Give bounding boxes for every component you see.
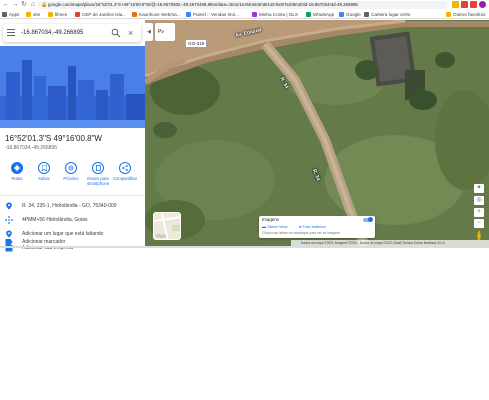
browser-toolbar: ← → ↻ ⌂ 🔒 google.com/maps/place/16°52'01… bbox=[0, 0, 489, 10]
menu-icon[interactable] bbox=[7, 29, 15, 37]
photo-sphere-option[interactable]: ● Foto esférica bbox=[299, 224, 326, 229]
profile-avatar[interactable] bbox=[479, 1, 486, 8]
nearby-icon bbox=[65, 162, 77, 174]
folder-icon bbox=[26, 12, 31, 17]
bookmark-favicon-icon bbox=[186, 12, 191, 17]
bookmark-whatsapp[interactable]: WhatsApp bbox=[306, 10, 334, 19]
close-icon[interactable]: × bbox=[128, 26, 133, 40]
plus-code-icon bbox=[5, 216, 13, 224]
bookmarks-bar: Apps site filmes CEP de Jardins Isla... … bbox=[0, 10, 489, 19]
bookmark-icon bbox=[38, 162, 50, 174]
pegman-button[interactable]: Pv bbox=[155, 23, 175, 41]
zoom-in-button[interactable]: + bbox=[474, 208, 484, 217]
google-icon bbox=[339, 12, 344, 17]
bookmark-outros[interactable]: Outros favoritos bbox=[446, 10, 485, 19]
folder-icon bbox=[446, 12, 451, 17]
location-pin-icon bbox=[6, 202, 12, 210]
star-icon[interactable] bbox=[452, 1, 459, 8]
plus-code-text: 4PMM+56 Hidrolândia, Goiás bbox=[22, 217, 88, 223]
forward-icon[interactable]: → bbox=[11, 0, 19, 10]
road-badge: GO-319 bbox=[185, 39, 208, 48]
directions-button[interactable]: Rotas bbox=[4, 162, 30, 181]
folder-icon bbox=[48, 12, 53, 17]
search-input[interactable]: -16.867034,-49.266895 bbox=[21, 24, 83, 42]
layers-toggle[interactable]: Mapa bbox=[153, 212, 181, 240]
send-to-phone-icon bbox=[92, 162, 104, 174]
address-bar-url: google.com/maps/place/16°52'01.3"S+49°16… bbox=[48, 2, 358, 7]
address-text: R. 34, 235-1, Hidrolândia - GO, 75340-00… bbox=[22, 203, 117, 209]
collapse-panel-button[interactable]: ◀ bbox=[145, 23, 153, 41]
label-icon bbox=[5, 239, 13, 245]
bookmark-carteira[interactable]: Carteira lugar certo bbox=[364, 10, 410, 19]
bookmark-google[interactable]: Google bbox=[339, 10, 361, 19]
share-button[interactable]: Compartilhar bbox=[112, 162, 138, 181]
place-coordinates: -16.867034,-49.266895 bbox=[5, 145, 57, 151]
apps-icon bbox=[2, 12, 7, 17]
bookmark-kaunhuxe[interactable]: Kaunhuxe Webma... bbox=[132, 10, 181, 19]
bookmark-favicon-icon bbox=[252, 12, 257, 17]
divider bbox=[0, 195, 145, 196]
back-icon[interactable]: ← bbox=[2, 0, 10, 10]
satellite-map[interactable]: ◀ Pv GO-319 Av. Epiqual R. 34 R. 34 Mapa… bbox=[145, 20, 489, 246]
save-button[interactable]: Salvar bbox=[31, 162, 57, 181]
bookmark-filmes[interactable]: filmes bbox=[48, 10, 67, 19]
screenshot: ← → ↻ ⌂ 🔒 google.com/maps/place/16°52'01… bbox=[0, 0, 489, 400]
directions-icon bbox=[11, 162, 23, 174]
lock-icon: 🔒 bbox=[41, 2, 48, 8]
reload-icon[interactable]: ↻ bbox=[20, 0, 28, 10]
imagery-panel: Imagens ▬ Street View ● Foto esférica Cl… bbox=[259, 216, 375, 238]
send-to-phone-button[interactable]: Enviar para smartphone bbox=[85, 162, 111, 186]
imagery-toggle[interactable] bbox=[363, 217, 373, 222]
place-title: 16°52'01.3"S 49°16'00.8"W bbox=[5, 134, 102, 143]
page-bottom-border bbox=[0, 246, 489, 248]
search-icon[interactable] bbox=[111, 28, 121, 38]
my-location-button[interactable]: ◎ bbox=[474, 196, 484, 205]
extension-icon[interactable] bbox=[470, 1, 477, 8]
search-box[interactable]: -16.867034,-49.266895 × bbox=[3, 24, 141, 42]
bookmark-olx[interactable]: Minha Conta | OLX bbox=[252, 10, 298, 19]
bookmark-favicon-icon bbox=[132, 12, 137, 17]
city-skyline-illustration bbox=[0, 46, 145, 128]
action-bar: Rotas Salvar Próximo Enviar para smartph… bbox=[0, 162, 145, 196]
zoom-out-button[interactable]: − bbox=[474, 219, 484, 228]
home-icon[interactable]: ⌂ bbox=[29, 0, 37, 10]
plus-code-row[interactable]: 4PMM+56 Hidrolândia, Goiás bbox=[0, 215, 145, 227]
address-row[interactable]: R. 34, 235-1, Hidrolândia - GO, 75340-00… bbox=[0, 201, 145, 213]
nearby-button[interactable]: Próximo bbox=[58, 162, 84, 181]
satellite-imagery bbox=[145, 20, 489, 246]
pegman-icon[interactable] bbox=[475, 231, 483, 240]
bookmark-site[interactable]: site bbox=[26, 10, 40, 19]
bookmark-favicon-icon bbox=[364, 12, 369, 17]
street-view-option[interactable]: ▬ Street View bbox=[262, 224, 288, 229]
bookmark-cep[interactable]: CEP de Jardins Isla... bbox=[75, 10, 126, 19]
place-panel: -16.867034,-49.266895 × 16°52'01.3"S 49°… bbox=[0, 20, 145, 252]
bookmark-painel[interactable]: Painel :: Vendas Imó... bbox=[186, 10, 239, 19]
address-bar[interactable]: 🔒 google.com/maps/place/16°52'01.3"S+49°… bbox=[38, 1, 448, 9]
share-icon bbox=[119, 162, 131, 174]
extension-icon[interactable] bbox=[461, 1, 468, 8]
imagery-title: Imagens bbox=[262, 217, 279, 222]
bookmark-apps[interactable]: Apps bbox=[2, 10, 19, 19]
compass-button[interactable]: ✦ bbox=[474, 184, 484, 193]
imagery-note: Clique nas linhas em destaque para ver a… bbox=[262, 231, 341, 235]
bookmark-favicon-icon bbox=[75, 12, 80, 17]
place-hero-image bbox=[0, 46, 145, 128]
whatsapp-icon bbox=[306, 12, 311, 17]
